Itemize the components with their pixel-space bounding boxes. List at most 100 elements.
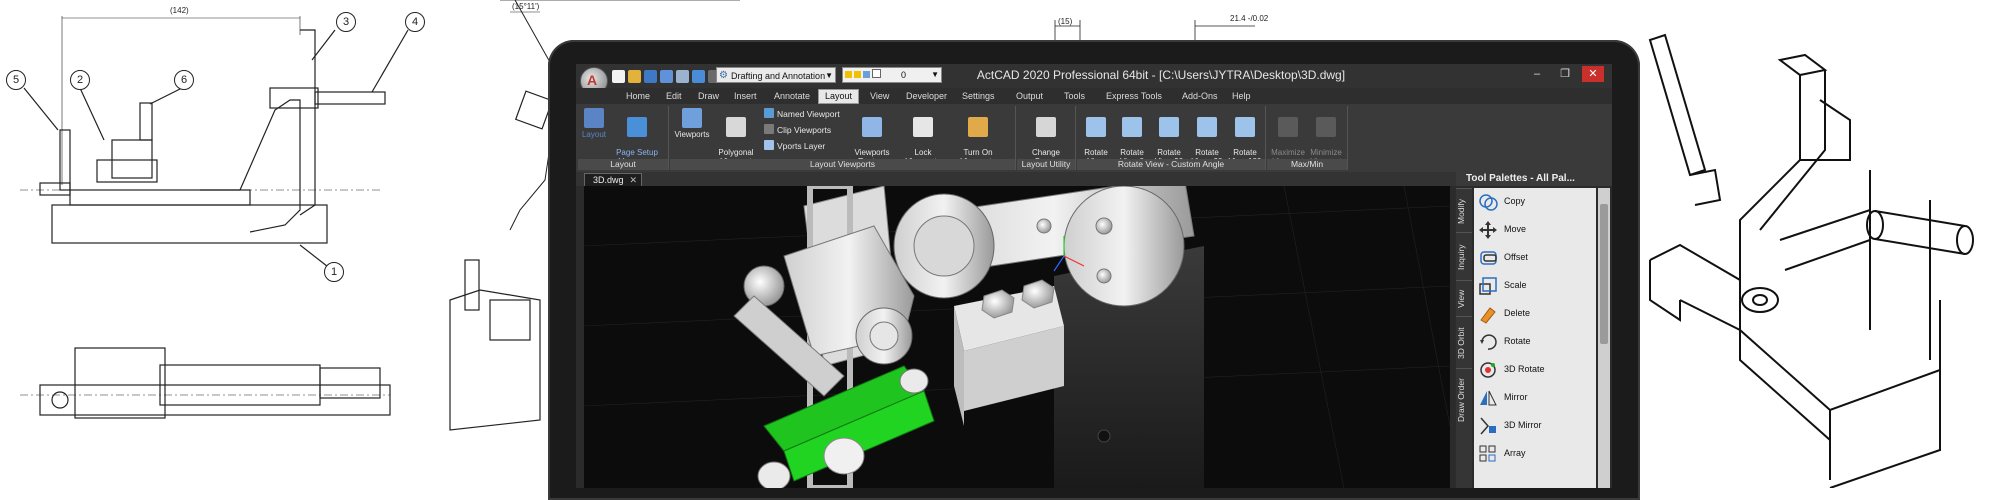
menu-home[interactable]: Home bbox=[620, 90, 656, 103]
open-folder-icon[interactable] bbox=[628, 69, 641, 83]
3d-rotate-icon bbox=[1480, 362, 1496, 378]
actcad-window: A ⚙ Drafting and Annotation ▼ 0 ▼ ActCAD… bbox=[576, 64, 1612, 488]
scrollbar-thumb[interactable] bbox=[1600, 204, 1608, 344]
3d-model-render bbox=[584, 186, 1450, 488]
palette-scrollbar[interactable] bbox=[1598, 188, 1610, 488]
drawing-viewport[interactable] bbox=[584, 186, 1450, 488]
vports-layer-icon bbox=[764, 140, 774, 150]
maximize-viewport-button[interactable]: Maximize Viewport bbox=[1269, 108, 1307, 166]
menu-insert[interactable]: Insert bbox=[728, 90, 763, 103]
balloon-3: 3 bbox=[336, 12, 356, 32]
tool-list: Copy Move Offset Scale Delete Rotate 3D … bbox=[1474, 188, 1596, 488]
menu-tools[interactable]: Tools bbox=[1058, 90, 1091, 103]
save-icon[interactable] bbox=[644, 69, 657, 83]
minimize-viewport-button[interactable]: Minimize Viewport bbox=[1307, 108, 1345, 166]
tool-move[interactable]: Move bbox=[1474, 216, 1596, 244]
mirror-icon bbox=[1480, 390, 1497, 406]
lock-icon bbox=[913, 117, 933, 137]
dimension-label: 21.4 -/0.02 bbox=[1230, 14, 1269, 23]
tool-rotate[interactable]: Rotate bbox=[1474, 328, 1596, 356]
tab-3d-dwg[interactable]: 3D.dwg ✕ bbox=[584, 173, 643, 187]
document-tabs: 3D.dwg ✕ bbox=[576, 172, 1476, 187]
restore-button[interactable]: ❐ bbox=[1554, 66, 1576, 82]
named-viewport-icon bbox=[764, 108, 774, 118]
ribbon-group-caption: Layout Viewports bbox=[670, 159, 1015, 170]
tool-copy[interactable]: Copy bbox=[1474, 188, 1596, 216]
tool-palettes-panel: Tool Palettes - All Pal... Modify Inquir… bbox=[1456, 172, 1612, 488]
tool-delete[interactable]: Delete bbox=[1474, 300, 1596, 328]
ribbon-group-caption: Max/Min bbox=[1267, 159, 1347, 170]
rotate-view-icon bbox=[1086, 117, 1106, 137]
rotate-view-180-button[interactable]: Rotate View 180 bbox=[1227, 108, 1263, 166]
close-button[interactable]: ✕ bbox=[1582, 66, 1604, 82]
menu-annotate[interactable]: Annotate bbox=[768, 90, 816, 103]
minimize-button[interactable]: – bbox=[1526, 66, 1548, 82]
palette-tab-view[interactable]: View bbox=[1456, 280, 1472, 317]
balloon-6: 6 bbox=[174, 70, 194, 90]
menu-settings[interactable]: Settings bbox=[956, 90, 1001, 103]
viewports-restore-icon bbox=[862, 117, 882, 137]
tool-offset[interactable]: Offset bbox=[1474, 244, 1596, 272]
palette-tab-modify[interactable]: Modify bbox=[1456, 188, 1472, 233]
balloon-1: 1 bbox=[324, 262, 344, 282]
save-as-icon[interactable] bbox=[660, 69, 673, 83]
close-icon[interactable]: ✕ bbox=[630, 175, 638, 185]
minimize-icon bbox=[1316, 117, 1336, 137]
rotate-view-button[interactable]: Rotate View bbox=[1079, 108, 1113, 166]
palette-tab-draw-order[interactable]: Draw Order bbox=[1456, 368, 1472, 431]
tool-scale[interactable]: Scale bbox=[1474, 272, 1596, 300]
tool-mirror[interactable]: Mirror bbox=[1474, 384, 1596, 412]
change-space-button[interactable]: Change Space bbox=[1023, 108, 1069, 166]
clip-viewports-button[interactable]: Clip Viewports bbox=[764, 124, 831, 136]
rotate-view-neg90-button[interactable]: Rotate View -90 bbox=[1189, 108, 1225, 166]
rotate-view-0-button[interactable]: Rotate View 0 bbox=[1115, 108, 1149, 166]
menu-layout[interactable]: Layout bbox=[818, 89, 860, 104]
workspace-dropdown[interactable]: ⚙ Drafting and Annotation ▼ bbox=[716, 67, 836, 83]
palette-title: Tool Palettes - All Pal... bbox=[1456, 172, 1612, 186]
balloon-2: 2 bbox=[70, 70, 90, 90]
copy-icon bbox=[1479, 194, 1498, 211]
tool-3d-mirror[interactable]: 3D Mirror bbox=[1474, 412, 1596, 440]
undo-icon[interactable] bbox=[692, 69, 705, 83]
palette-tab-inquiry[interactable]: Inquiry bbox=[1456, 232, 1472, 281]
viewports-button[interactable]: Viewports bbox=[672, 108, 712, 139]
move-icon bbox=[1479, 221, 1497, 239]
menu-bar: Home Edit Draw Insert Annotate Layout Vi… bbox=[576, 88, 1612, 104]
menu-help[interactable]: Help bbox=[1226, 90, 1257, 103]
ribbon-group-caption: Layout Utility bbox=[1017, 159, 1075, 170]
balloon-4: 4 bbox=[405, 12, 425, 32]
menu-add-ons[interactable]: Add-Ons bbox=[1176, 90, 1224, 103]
lock-viewports-button[interactable]: Lock Viewports bbox=[898, 108, 948, 166]
dimension-label: (15°11') bbox=[512, 2, 540, 11]
polygonal-viewport-button[interactable]: Polygonal Viewport bbox=[714, 108, 758, 166]
ribbon-group-max-min: Maximize Viewport Minimize Viewport Max/… bbox=[1267, 106, 1348, 170]
new-file-icon[interactable] bbox=[612, 69, 625, 83]
vports-layer-button[interactable]: Vports Layer bbox=[764, 140, 825, 152]
rotate-neg90-icon bbox=[1197, 117, 1217, 137]
tool-3d-rotate[interactable]: 3D Rotate bbox=[1474, 356, 1596, 384]
turn-on-icon bbox=[968, 117, 988, 137]
menu-express-tools[interactable]: Express Tools bbox=[1100, 90, 1168, 103]
layout-button[interactable]: Layout bbox=[580, 108, 608, 139]
ribbon: Layout Page Setup Manager... Layout View… bbox=[576, 104, 1612, 172]
tool-array[interactable]: Array bbox=[1474, 440, 1596, 468]
change-space-icon bbox=[1036, 117, 1056, 137]
ribbon-group-caption: Layout bbox=[578, 159, 668, 170]
viewports-restore-button[interactable]: Viewports Restore bbox=[850, 108, 894, 166]
menu-draw[interactable]: Draw bbox=[692, 90, 725, 103]
print-icon[interactable] bbox=[676, 69, 689, 83]
named-viewport-button[interactable]: Named Viewport bbox=[764, 108, 840, 120]
maximize-icon bbox=[1278, 117, 1298, 137]
array-icon bbox=[1479, 445, 1496, 462]
menu-output[interactable]: Output bbox=[1010, 90, 1049, 103]
palette-tab-3d-orbit[interactable]: 3D Orbit bbox=[1456, 316, 1472, 369]
menu-developer[interactable]: Developer bbox=[900, 90, 953, 103]
top-dimensions-drawing bbox=[1054, 20, 1255, 40]
rotate-view-90-button[interactable]: Rotate View 90 bbox=[1151, 108, 1187, 166]
turn-on-viewports-button[interactable]: Turn On Viewports bbox=[952, 108, 1004, 166]
menu-view[interactable]: View bbox=[864, 90, 895, 103]
ribbon-group-layout-utility: Change Space Layout Utility bbox=[1017, 106, 1076, 170]
page-setup-manager-button[interactable]: Page Setup Manager... bbox=[612, 108, 662, 166]
title-bar: A ⚙ Drafting and Annotation ▼ 0 ▼ ActCAD… bbox=[576, 64, 1612, 95]
menu-edit[interactable]: Edit bbox=[660, 90, 688, 103]
